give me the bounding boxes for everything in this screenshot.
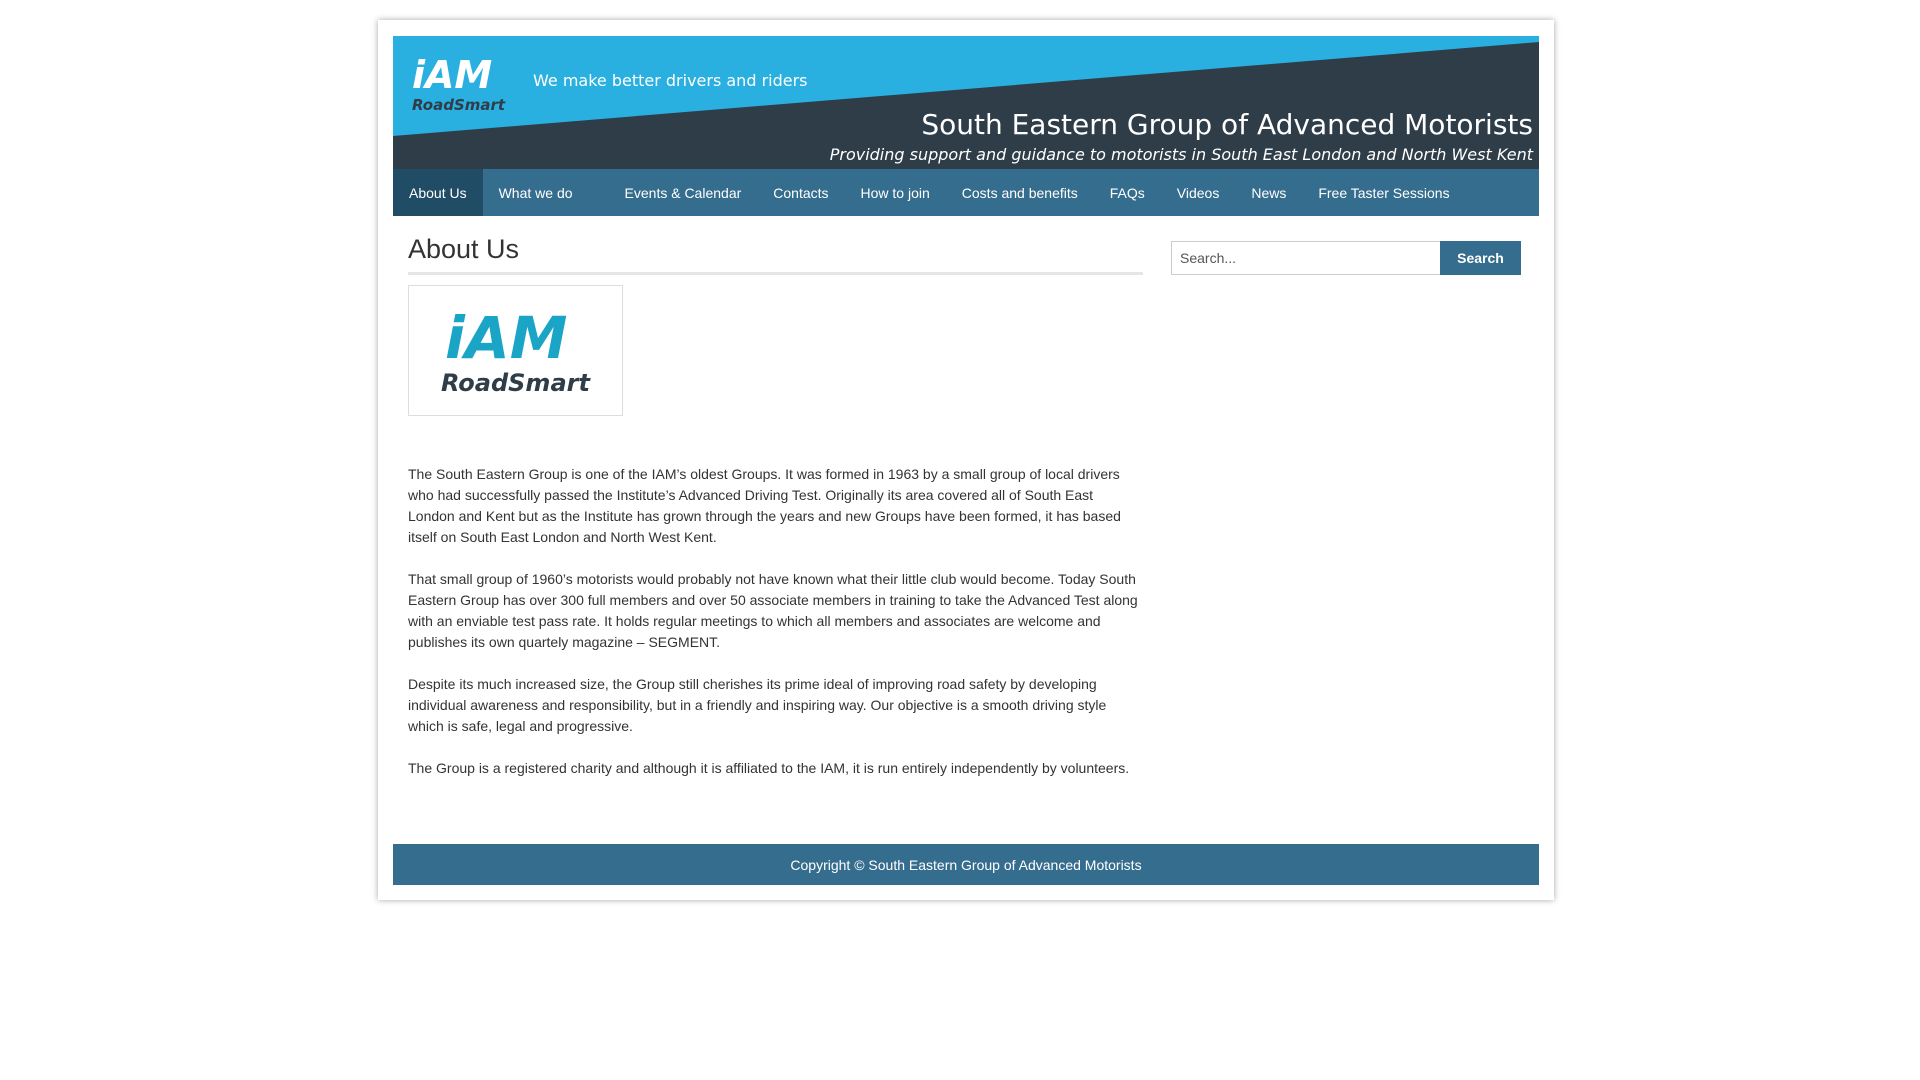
nav-item-how-to-join[interactable]: How to join	[845, 169, 946, 216]
nav-item-what-we-do[interactable]: What we do	[483, 169, 609, 216]
copyright-text: Copyright © South Eastern Group of Advan…	[790, 856, 1142, 873]
tagline: We make better drivers and riders	[533, 71, 808, 90]
content-logo-image: iAM RoadSmart	[408, 285, 623, 416]
iam-roadsmart-logo[interactable]: iAM RoadSmart	[408, 50, 508, 114]
paragraph: That small group of 1960’s motorists wou…	[408, 571, 1138, 650]
paragraph: The Group is a registered charity and al…	[408, 760, 1130, 776]
main-content: About Us iAM RoadSmart The South Eastern…	[408, 230, 1143, 800]
nav-item-about-us[interactable]: About Us	[393, 169, 483, 216]
main-navigation: About Us What we do Events & Calendar Co…	[393, 169, 1539, 216]
logo-iam-text: iAM	[445, 306, 568, 372]
page-container: iAM RoadSmart We make better drivers and…	[378, 20, 1554, 900]
logo-roadsmart-text: RoadSmart	[441, 369, 591, 397]
search-input[interactable]	[1171, 241, 1441, 275]
nav-item-videos[interactable]: Videos	[1161, 169, 1236, 216]
search-button[interactable]: Search	[1440, 241, 1521, 275]
header-banner: iAM RoadSmart We make better drivers and…	[393, 36, 1539, 169]
nav-item-events-calendar[interactable]: Events & Calendar	[609, 169, 758, 216]
logo-iam-text: iAM	[412, 53, 492, 97]
nav-item-costs-and-benefits[interactable]: Costs and benefits	[946, 169, 1094, 216]
nav-item-news[interactable]: News	[1235, 169, 1302, 216]
site-subtitle: Providing support and guidance to motori…	[829, 145, 1533, 164]
nav-item-contacts[interactable]: Contacts	[757, 169, 844, 216]
nav-item-free-taster-sessions[interactable]: Free Taster Sessions	[1302, 169, 1465, 216]
paragraph: Despite its much increased size, the Gro…	[408, 676, 1107, 734]
logo-roadsmart-text: RoadSmart	[412, 96, 506, 114]
footer: Copyright © South Eastern Group of Advan…	[393, 844, 1539, 885]
paragraph: The South Eastern Group is one of the IA…	[408, 466, 1121, 545]
nav-item-faqs[interactable]: FAQs	[1094, 169, 1161, 216]
logo-graphic: iAM RoadSmart	[412, 53, 506, 114]
about-text: The South Eastern Group is one of the IA…	[408, 464, 1143, 779]
roadsmart-logo-graphic: iAM RoadSmart	[441, 306, 591, 397]
page-title: About Us	[408, 230, 1143, 275]
site-title: South Eastern Group of Advanced Motorist…	[921, 108, 1533, 141]
